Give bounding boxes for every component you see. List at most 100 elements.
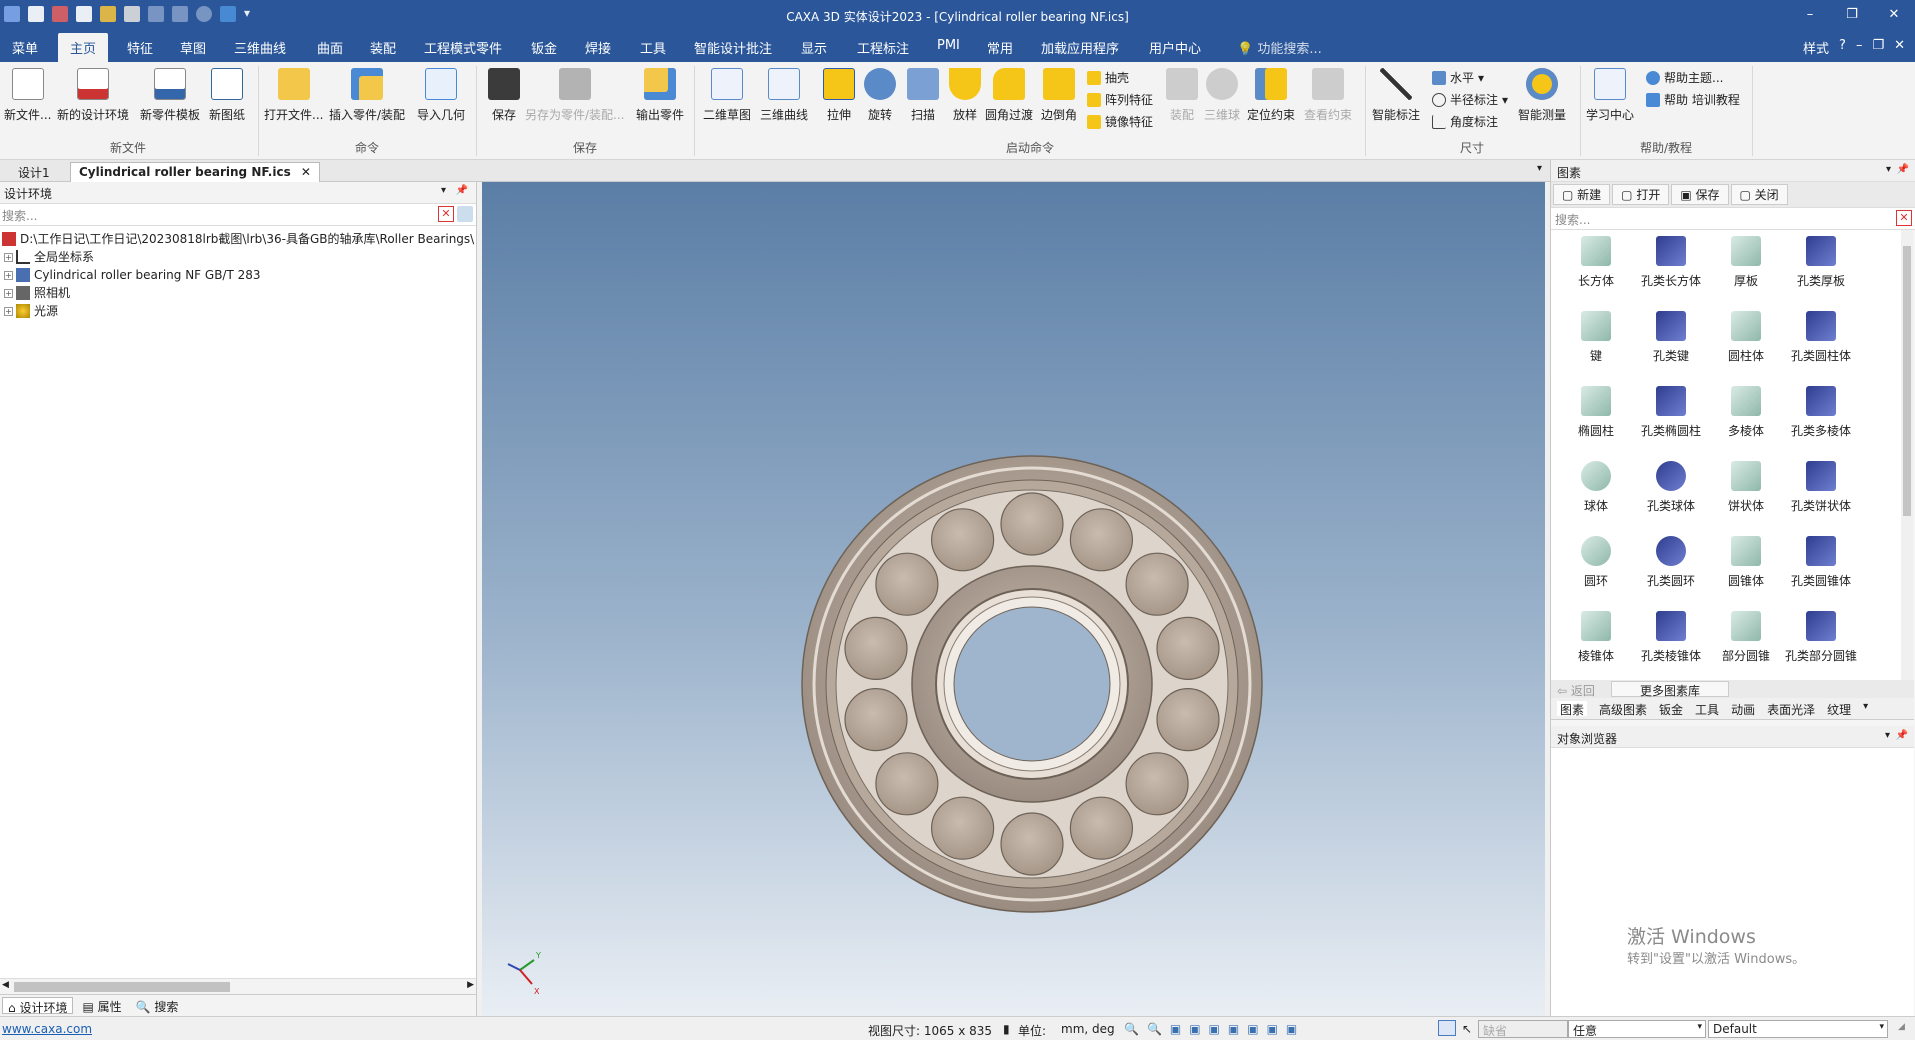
close-catalog-button[interactable]: ▢ 关闭 xyxy=(1730,184,1788,205)
vertical-scrollbar[interactable] xyxy=(1901,230,1913,680)
tab-surface[interactable]: 曲面 xyxy=(317,38,343,57)
tab-feature[interactable]: 特征 xyxy=(127,38,153,57)
resize-grip-icon[interactable]: ◢ xyxy=(1898,1022,1905,1032)
catalog-search-input[interactable]: 搜索... xyxy=(1555,213,1590,227)
extrude-button[interactable]: 拉伸 xyxy=(823,68,855,123)
new-drawing-button[interactable]: 新图纸 xyxy=(209,68,245,123)
dropdown-arrow-icon[interactable]: ▾ xyxy=(1879,1022,1884,1032)
shape-hole-partial-cone[interactable]: 孔类部分圆锥 xyxy=(1784,611,1858,664)
select-cursor-icon[interactable] xyxy=(1438,1020,1456,1036)
tab-list-icon[interactable]: ▾ xyxy=(1537,163,1542,174)
shape-torus[interactable]: 圆环 xyxy=(1559,536,1633,589)
shape-hole-cone[interactable]: 孔类圆锥体 xyxy=(1784,536,1858,589)
minimize-icon[interactable]: – xyxy=(1789,0,1831,30)
smart-measure-button[interactable]: 智能测量 xyxy=(1518,68,1566,123)
unit-value[interactable]: mm, deg xyxy=(1061,1022,1115,1036)
import-geometry-button[interactable]: 导入几何 xyxy=(417,68,465,123)
shape-hole-torus[interactable]: 孔类圆环 xyxy=(1634,536,1708,589)
close-icon[interactable]: ✕ xyxy=(1873,0,1915,30)
tab-display[interactable]: 显示 xyxy=(801,38,827,57)
roller[interactable] xyxy=(1125,552,1189,616)
shape-thick-plate[interactable]: 厚板 xyxy=(1709,236,1783,289)
shape-box[interactable]: 长方体 xyxy=(1559,236,1633,289)
shape-hole-thick-plate[interactable]: 孔类厚板 xyxy=(1784,236,1858,289)
clear-search-icon[interactable]: ✕ xyxy=(1896,210,1912,226)
close-tab-icon[interactable]: ✕ xyxy=(301,165,311,179)
mirror-feature-button[interactable]: 镜像特征 xyxy=(1087,113,1153,130)
dropdown-arrow-icon[interactable]: ▾ xyxy=(1502,93,1508,107)
tab-sheet-metal[interactable]: 钣金 xyxy=(1659,701,1683,717)
roller[interactable] xyxy=(875,552,939,616)
scroll-right-icon[interactable]: ▶ xyxy=(467,980,474,990)
shape-hole-cylinder[interactable]: 孔类圆柱体 xyxy=(1784,311,1858,364)
dropdown-arrow-icon[interactable]: ▾ xyxy=(1478,71,1484,85)
shape-hole-key[interactable]: 孔类键 xyxy=(1634,311,1708,364)
clear-search-icon[interactable]: ✕ xyxy=(438,206,454,222)
filter-icon[interactable] xyxy=(457,206,473,222)
learning-center-button[interactable]: 学习中心 xyxy=(1586,68,1634,123)
restore-icon[interactable]: ❐ xyxy=(1831,0,1873,30)
locate-constraint-button[interactable]: 定位约束 xyxy=(1247,68,1295,123)
open-file-button[interactable]: 打开文件... xyxy=(264,68,323,123)
more-libraries-button[interactable]: 更多图素库 xyxy=(1611,681,1729,698)
pattern-feature-button[interactable]: 阵列特征 xyxy=(1087,91,1153,108)
roller[interactable] xyxy=(844,616,908,681)
loft-button[interactable]: 放样 xyxy=(949,68,981,123)
new-catalog-button[interactable]: ▢ 新建 xyxy=(1553,184,1611,205)
tab-engineering-dim[interactable]: 工程标注 xyxy=(857,38,909,57)
radius-dim-button[interactable]: 半径标注 ▾ xyxy=(1432,91,1508,108)
roller[interactable] xyxy=(1000,492,1064,556)
tab-pmi[interactable]: PMI xyxy=(937,38,960,53)
feature-search[interactable]: 💡 功能搜索... xyxy=(1237,38,1322,57)
tab-animation[interactable]: 动画 xyxy=(1731,701,1755,717)
tab-3d-curve[interactable]: 三维曲线 xyxy=(234,38,286,57)
dropdown-arrow-icon[interactable]: ▾ xyxy=(1697,1022,1702,1032)
roller[interactable] xyxy=(930,508,995,572)
pin-icon[interactable]: 📌 xyxy=(1896,730,1908,741)
tab-assembly[interactable]: 装配 xyxy=(370,38,396,57)
roller[interactable] xyxy=(1156,616,1220,681)
tab-common[interactable]: 常用 xyxy=(987,38,1013,57)
tab-properties[interactable]: ▤ 属性 xyxy=(77,997,126,1014)
roller[interactable] xyxy=(930,796,995,860)
tab-menu[interactable]: 菜单 xyxy=(12,38,38,57)
shape-partial-cone[interactable]: 部分圆锥 xyxy=(1709,611,1783,664)
bearing-model[interactable]: Y X xyxy=(482,182,1545,1016)
ribbon-restore-icon[interactable]: ❐ xyxy=(1872,38,1884,57)
sweep-button[interactable]: 扫描 xyxy=(907,68,939,123)
panel-menu-icon[interactable]: ▾ xyxy=(1886,164,1891,175)
shape-hole-polyhedron[interactable]: 孔类多棱体 xyxy=(1784,386,1858,439)
expand-icon[interactable]: + xyxy=(4,288,13,298)
help-icon[interactable]: ? xyxy=(1839,38,1846,57)
ribbon-close-icon[interactable]: ✕ xyxy=(1894,38,1905,57)
expand-icon[interactable]: + xyxy=(4,270,13,280)
tab-tools[interactable]: 工具 xyxy=(640,38,666,57)
export-part-button[interactable]: 输出零件 xyxy=(636,68,684,123)
shape-ellipse-cylinder[interactable]: 椭圆柱 xyxy=(1559,386,1633,439)
ribbon-minimize-icon[interactable]: – xyxy=(1856,38,1863,57)
roller[interactable] xyxy=(844,687,908,752)
tab-smart-annotation[interactable]: 智能设计批注 xyxy=(694,38,772,57)
save-button[interactable]: 保存 xyxy=(488,68,520,123)
filter-combo-2[interactable]: 任意 ▾ xyxy=(1568,1020,1706,1038)
roller[interactable] xyxy=(1069,508,1134,572)
3d-viewport[interactable]: Y X xyxy=(482,182,1545,1016)
tab-texture[interactable]: 纹理 xyxy=(1827,701,1851,717)
roller[interactable] xyxy=(875,752,939,816)
tab-advanced-shapes[interactable]: 高级图素 xyxy=(1599,701,1647,717)
tree-item-light[interactable]: + 光源 xyxy=(0,302,476,320)
doc-tab-design1[interactable]: 设计1 xyxy=(10,162,58,182)
expand-icon[interactable]: + xyxy=(4,306,13,316)
tab-design-environment[interactable]: ⌂ 设计环境 xyxy=(2,997,74,1015)
view-tools-icon[interactable]: 🔍🔍▣▣▣▣▣▣▣ xyxy=(1124,1022,1305,1036)
new-file-button[interactable]: 新文件... xyxy=(4,68,51,123)
scroll-left-icon[interactable]: ◀ xyxy=(2,980,9,990)
tab-surface-finish[interactable]: 表面光泽 xyxy=(1767,701,1815,717)
revolve-button[interactable]: 旋转 xyxy=(864,68,896,123)
training-tutorial-button[interactable]: 帮助 培训教程 xyxy=(1646,91,1740,108)
tab-welding[interactable]: 焊接 xyxy=(585,38,611,57)
tree-item-bearing[interactable]: + Cylindrical roller bearing NF GB/T 283 xyxy=(0,266,476,284)
chamfer-button[interactable]: 边倒角 xyxy=(1041,68,1077,123)
panel-menu-icon[interactable]: ▾ xyxy=(1885,730,1890,741)
help-topics-button[interactable]: 帮助主题... xyxy=(1646,69,1723,86)
